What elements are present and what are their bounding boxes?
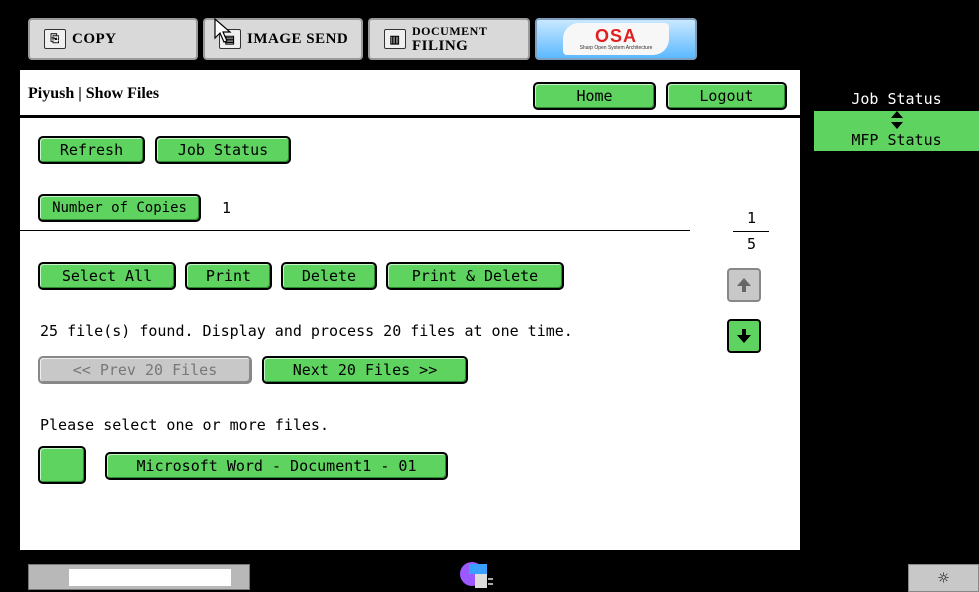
progress-bar [28,564,250,590]
tab-document-filing[interactable]: ▥ DOCUMENT FILING [368,18,530,60]
scroll-up-button[interactable] [727,268,761,302]
page-fraction-bar [733,231,769,232]
mfp-status-label: MFP Status [851,131,942,149]
copy-icon: ⎘ [44,29,66,49]
number-of-copies-button[interactable]: Number of Copies [38,194,201,222]
refresh-button[interactable]: Refresh [38,136,145,164]
logout-button[interactable]: Logout [666,82,787,110]
tab-copy-label: COPY [72,30,117,47]
main-panel: Piyush | Show Files Home Logout Refresh … [20,70,800,550]
print-button[interactable]: Print [185,262,272,290]
files-found-info: 25 file(s) found. Display and process 20… [40,322,573,340]
page-total: 5 [747,235,757,253]
page-current: 1 [747,209,757,227]
tab-copy[interactable]: ⎘ COPY [28,18,198,60]
arrow-down-icon [737,329,751,343]
tab-osa[interactable]: OSA Sharp Open System Architecture [535,18,697,60]
brightness-button[interactable]: ☼ [908,564,979,592]
copies-value: 1 [222,199,232,217]
file-item[interactable]: Microsoft Word - Document1 - 01 [105,452,448,480]
job-status-button[interactable]: Job Status [155,136,291,164]
divider-line [20,230,690,231]
select-prompt: Please select one or more files. [40,416,329,434]
job-status-indicator: Job Status [814,87,979,111]
sun-icon: ☼ [938,567,949,589]
next-files-button[interactable]: Next 20 Files >> [262,356,468,384]
file-checkbox[interactable] [38,446,86,484]
status-toggle-icon [891,111,903,129]
progress-fill [69,569,231,586]
delete-button[interactable]: Delete [281,262,377,290]
mouse-cursor-icon [214,18,232,43]
osa-logo: OSA Sharp Open System Architecture [563,23,669,55]
machine-status-icon [460,562,493,588]
tab-document-filing-label: DOCUMENT FILING [412,24,488,54]
page-title: Piyush | Show Files [28,85,160,102]
arrow-up-icon [737,278,751,292]
prev-files-button[interactable]: << Prev 20 Files [38,356,252,384]
scroll-down-button[interactable] [727,319,761,353]
status-panel[interactable]: Job Status MFP Status [812,85,979,153]
document-filing-icon: ▥ [384,29,406,49]
select-all-button[interactable]: Select All [38,262,176,290]
print-delete-button[interactable]: Print & Delete [386,262,564,290]
home-button[interactable]: Home [533,82,656,110]
header-bar: Piyush | Show Files Home Logout [20,70,800,118]
tab-image-send-label: IMAGE SEND [247,30,349,47]
